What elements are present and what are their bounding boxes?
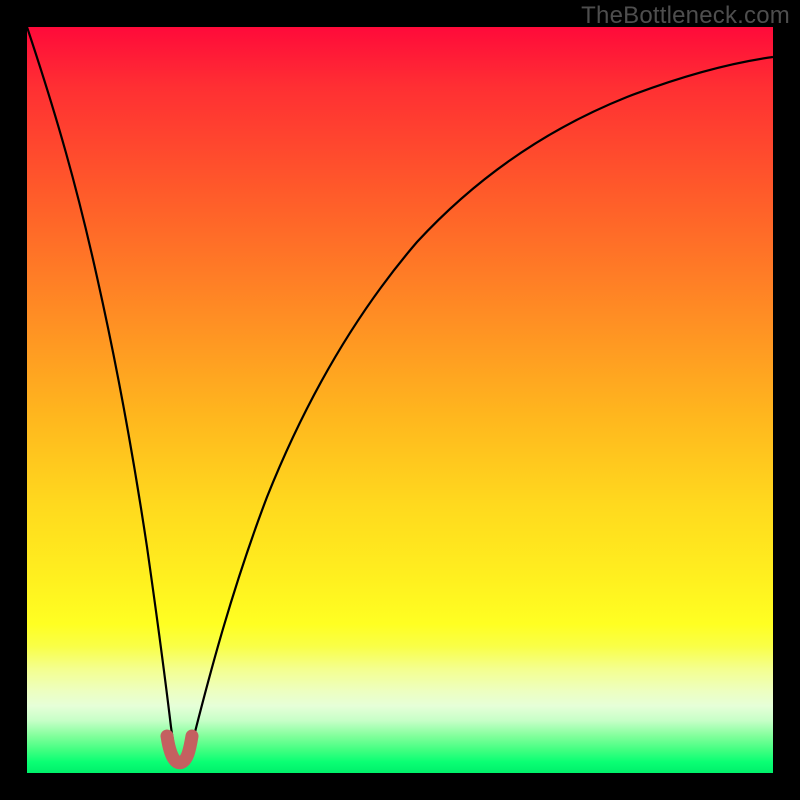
gradient-plot-area <box>27 27 773 773</box>
chart-frame: TheBottleneck.com <box>0 0 800 800</box>
curve-path <box>27 27 773 768</box>
trough-marker <box>167 736 192 763</box>
curve-layer <box>27 27 773 773</box>
bottleneck-curve <box>27 27 773 768</box>
trough-marker-path <box>167 736 192 763</box>
watermark-text: TheBottleneck.com <box>581 2 790 30</box>
